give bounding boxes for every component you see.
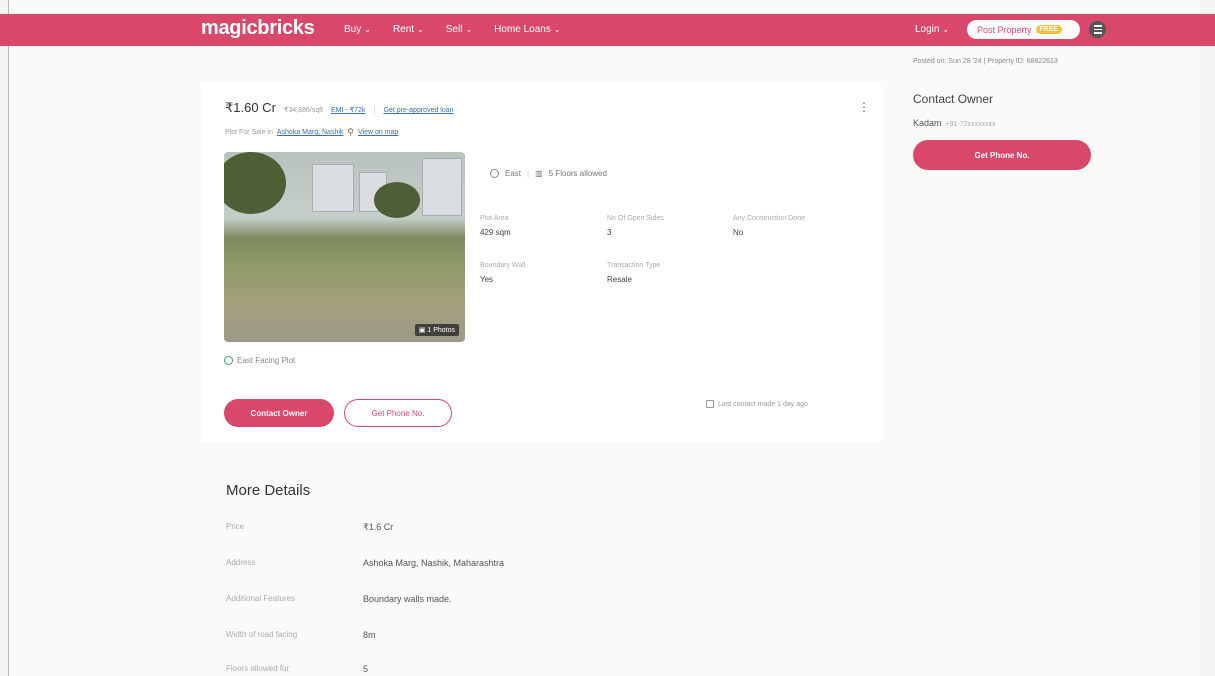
detail-label: Additional Features [226, 594, 295, 603]
nav-rent[interactable]: Rent ⌄ [393, 24, 424, 35]
chevron-down-icon: ⌄ [417, 25, 424, 34]
attr-label: Transaction Type [607, 262, 661, 269]
chevron-down-icon: ⌄ [942, 25, 949, 34]
more-options-icon[interactable]: ⋮ [858, 100, 870, 114]
get-phone-button[interactable]: Get Phone No. [344, 399, 452, 427]
price: ₹1.60 Cr [225, 100, 276, 115]
photo-building [312, 164, 354, 212]
nav-buy-label: Buy [344, 24, 362, 35]
main-nav: Buy ⌄ Rent ⌄ Sell ⌄ Home Loans ⌄ [344, 24, 561, 35]
panel-get-phone-button[interactable]: Get Phone No. [913, 140, 1091, 170]
listing-card: ₹1.60 Cr ₹34,886/sqft EMI - ₹72k | Get p… [201, 82, 881, 442]
facing-row: East | ▥ 5 Floors allowed [490, 169, 607, 178]
hamburger-icon[interactable] [1089, 21, 1106, 38]
detail-row-price: Price ₹1.6 Cr [226, 522, 393, 533]
contact-owner-panel: Contact Owner Kadam +91-72xxxxxxxx Get P… [913, 92, 1113, 170]
post-property-button[interactable]: Post Property FREE [967, 20, 1080, 39]
attr-value: Resale [607, 275, 632, 284]
attr-transaction-type: Transaction Type Resale [607, 262, 660, 284]
posted-info: Posted on: Sun 28 '24 | Property ID: 688… [913, 58, 1058, 65]
attr-value: No [733, 228, 744, 237]
login-label: Login [915, 24, 940, 35]
separator: | [373, 105, 376, 114]
detail-row-road-width: Width of road facing 8m [226, 630, 376, 640]
nav-home-loans-label: Home Loans [494, 24, 551, 35]
detail-label: Price [226, 522, 245, 531]
contact-owner-button[interactable]: Contact Owner [224, 399, 334, 427]
facing-value: East [505, 169, 522, 178]
detail-value: 8m [363, 630, 376, 640]
compass-icon [490, 169, 499, 178]
price-per-sqft: ₹34,886/sqft [283, 107, 323, 114]
nav-buy[interactable]: Buy ⌄ [344, 24, 371, 35]
attr-label: No Of Open Sides [607, 215, 664, 222]
attr-label: Plot Area [480, 215, 509, 222]
post-property-label: Post Property [977, 24, 1032, 35]
top-navigation-bar: magicbricks Buy ⌄ Rent ⌄ Sell ⌄ Home Loans ⌄… [0, 14, 1215, 46]
masked-phone: +91-72xxxxxxxx [945, 121, 996, 128]
attr-label: Any Construction Done [733, 215, 805, 222]
detail-value: 5 [363, 664, 369, 674]
attr-construction: Any Construction Done No [733, 215, 805, 237]
detail-row-features: Additional Features Boundary walls made. [226, 594, 452, 604]
pre-approved-loan-link[interactable]: Get pre-approved loan [383, 107, 453, 114]
contact-panel-title: Contact Owner [913, 92, 994, 106]
photo-tree [224, 152, 286, 214]
check-circle-icon [224, 356, 233, 365]
photo-count-label: 1 Photos [427, 327, 455, 334]
detail-value: Boundary walls made. [363, 594, 452, 604]
map-pin-icon: ⚲ [347, 127, 354, 137]
detail-label: Address [226, 558, 256, 567]
photo-count-badge[interactable]: ▣ 1 Photos [414, 324, 459, 336]
locality-link[interactable]: Ashoka Marg, Nashik [277, 129, 344, 136]
attr-value: 3 [607, 228, 612, 237]
view-on-map-link[interactable]: View on map [358, 129, 398, 136]
nav-home-loans[interactable]: Home Loans ⌄ [494, 24, 560, 35]
chevron-down-icon: ⌄ [364, 25, 371, 34]
separator: | [527, 169, 530, 178]
chevron-down-icon: ⌄ [465, 25, 473, 34]
detail-row-floors: Floors allowed for 5 [226, 664, 368, 674]
detail-row-address: Address Ashoka Marg, Nashik, Maharashtra [226, 558, 504, 568]
last-contact-info: Last contact made 1 day ago [706, 400, 808, 408]
owner-info: Kadam +91-72xxxxxxxx [913, 118, 1113, 128]
free-badge: FREE [1035, 25, 1063, 34]
listing-subtitle: Plot For Sale in Ashoka Marg, Nashik ⚲ V… [225, 127, 398, 138]
detail-value: ₹1.6 Cr [363, 522, 394, 532]
floors-allowed: 5 Floors allowed [548, 169, 607, 178]
attr-value: Yes [480, 275, 494, 284]
floors-icon: ▥ [535, 169, 543, 178]
property-photo[interactable]: ▣ 1 Photos [224, 152, 465, 342]
photo-tree [374, 182, 420, 218]
highlight-label: East Facing Plot [237, 356, 296, 365]
site-logo[interactable]: magicbricks [201, 17, 315, 40]
detail-label: Floors allowed for [226, 664, 290, 673]
camera-icon: ▣ [418, 327, 426, 334]
chevron-down-icon: ⌄ [553, 25, 561, 34]
last-contact-text: Last contact made 1 day ago [718, 400, 808, 408]
emi-link[interactable]: EMI - ₹72k [331, 106, 365, 114]
more-details-title: More Details [226, 482, 311, 499]
attr-plot-area: Plot Area 429 sqm [480, 215, 511, 237]
nav-sell[interactable]: Sell ⌄ [446, 24, 472, 35]
detail-value: Ashoka Marg, Nashik, Maharashtra [363, 558, 505, 568]
login-button[interactable]: Login ⌄ [915, 24, 949, 35]
photo-building [422, 158, 462, 216]
attr-open-sides: No Of Open Sides 3 [607, 215, 664, 237]
highlight-east-facing: East Facing Plot [224, 356, 295, 365]
price-row: ₹1.60 Cr ₹34,886/sqft EMI - ₹72k | Get p… [225, 100, 454, 116]
user-icon [706, 400, 714, 408]
attr-boundary-wall: Boundary Wall Yes [480, 262, 525, 284]
attr-label: Boundary Wall [480, 262, 526, 269]
subtitle-prefix: Plot For Sale in [225, 129, 273, 136]
attr-value: 429 sqm [480, 228, 511, 237]
detail-label: Width of road facing [226, 630, 298, 639]
nav-rent-label: Rent [392, 24, 415, 35]
owner-name: Kadam [913, 118, 942, 128]
nav-sell-label: Sell [445, 24, 463, 35]
